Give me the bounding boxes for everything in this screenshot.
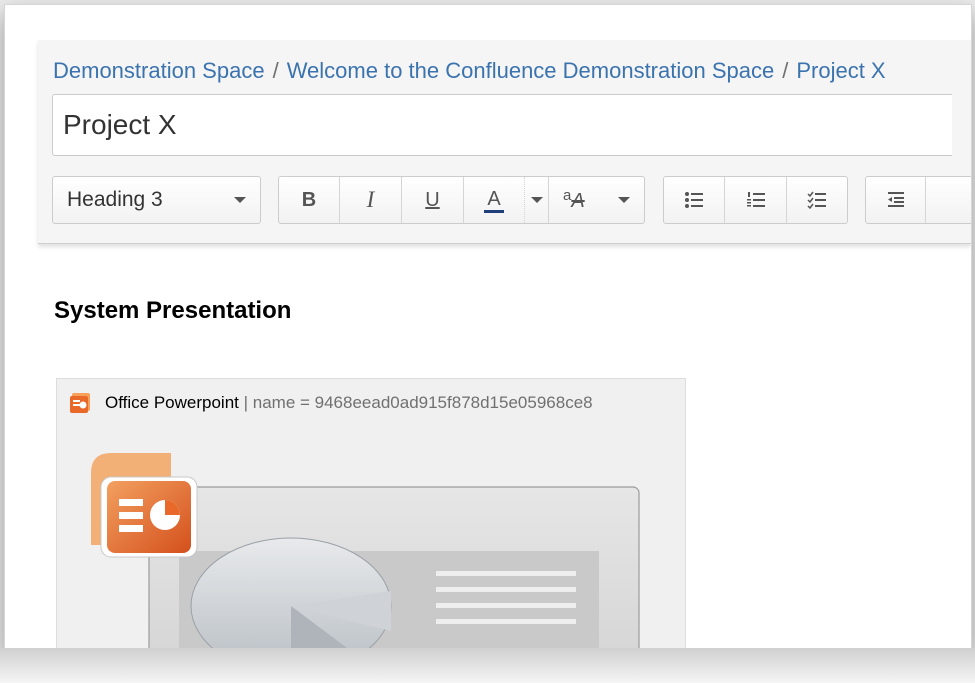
indent-group bbox=[865, 176, 971, 224]
bullet-list-icon bbox=[685, 192, 703, 208]
macro-app-name: Office Powerpoint bbox=[105, 393, 239, 412]
underline-icon: U bbox=[425, 188, 440, 211]
breadcrumb-separator: / bbox=[272, 58, 279, 83]
bullet-list-button[interactable] bbox=[664, 177, 725, 223]
paragraph-style-select[interactable]: Heading 3 bbox=[53, 177, 260, 223]
card-shadow bbox=[0, 648, 975, 683]
format-glyph-big: A bbox=[571, 190, 585, 212]
breadcrumb-item-demonstration-space[interactable]: Demonstration Space bbox=[53, 58, 265, 83]
list-group bbox=[663, 176, 848, 224]
powerpoint-macro-placeholder[interactable]: Office Powerpoint | name = 9468eead0ad91… bbox=[56, 378, 686, 649]
breadcrumb-separator: / bbox=[782, 58, 789, 83]
breadcrumb-item-welcome[interactable]: Welcome to the Confluence Demonstration … bbox=[287, 58, 775, 83]
task-list-icon bbox=[807, 191, 826, 209]
chevron-down-icon bbox=[530, 197, 543, 203]
underline-button[interactable]: U bbox=[402, 177, 464, 223]
bold-button[interactable]: B bbox=[279, 177, 340, 223]
text-color-dropdown[interactable] bbox=[525, 177, 549, 223]
chevron-down-icon bbox=[234, 197, 246, 203]
macro-meta: | name = 9468eead0ad915f878d15e05968ce8 bbox=[243, 393, 593, 412]
more-formatting-button[interactable]: aA bbox=[549, 177, 644, 223]
editor-header: Demonstration Space / Welcome to the Confl… bbox=[38, 40, 971, 244]
breadcrumb-item-project-x[interactable]: Project X bbox=[796, 58, 885, 83]
paragraph-style-group: Heading 3 bbox=[52, 176, 261, 224]
italic-icon: I bbox=[366, 187, 375, 212]
editor-window: Demonstration Space / Welcome to the Confl… bbox=[4, 4, 972, 650]
chevron-down-icon bbox=[618, 197, 630, 203]
powerpoint-logo-icon bbox=[91, 453, 198, 558]
outdent-button[interactable] bbox=[866, 177, 926, 223]
clear-formatting-icon: aA bbox=[563, 187, 585, 213]
powerpoint-preview bbox=[91, 453, 640, 648]
task-list-button[interactable] bbox=[787, 177, 847, 223]
paragraph-style-label: Heading 3 bbox=[67, 188, 163, 211]
outdent-icon bbox=[887, 192, 904, 207]
text-color-button[interactable]: A bbox=[464, 177, 525, 223]
powerpoint-icon bbox=[70, 393, 90, 413]
text-format-group: B I U A aA bbox=[278, 176, 645, 224]
numbered-list-icon bbox=[746, 192, 765, 207]
macro-label: Office Powerpoint | name = 9468eead0ad91… bbox=[105, 393, 593, 413]
breadcrumb: Demonstration Space / Welcome to the Confl… bbox=[53, 58, 886, 84]
content-heading: System Presentation bbox=[54, 297, 292, 324]
bold-icon: B bbox=[301, 188, 317, 211]
indent-button[interactable] bbox=[926, 177, 971, 223]
text-color-icon: A bbox=[484, 188, 504, 213]
page-title-input[interactable]: Project X bbox=[52, 94, 952, 156]
italic-button[interactable]: I bbox=[340, 177, 402, 223]
numbered-list-button[interactable] bbox=[725, 177, 787, 223]
